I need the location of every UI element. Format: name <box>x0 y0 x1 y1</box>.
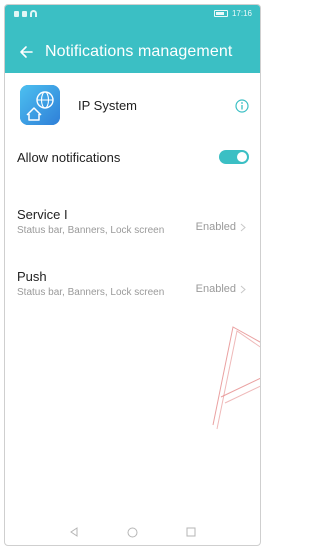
toolbar: Notifications management <box>5 35 260 69</box>
channel-row-push[interactable]: Push Status bar, Banners, Lock screen En… <box>5 263 260 323</box>
chevron-right-icon <box>240 285 246 293</box>
info-icon[interactable] <box>235 99 249 113</box>
ip-system-app-icon <box>20 85 60 125</box>
system-nav-bar <box>5 519 260 545</box>
wifi-icon <box>30 10 37 17</box>
signal-icon <box>22 10 27 17</box>
status-bar: 17:16 <box>5 5 260 27</box>
channel-description: Status bar, Banners, Lock screen <box>17 225 165 236</box>
sim-icon <box>14 10 19 17</box>
back-arrow-icon[interactable] <box>15 41 37 63</box>
allow-notifications-row[interactable]: Allow notifications <box>5 137 260 177</box>
channel-row-service[interactable]: Service I Status bar, Banners, Lock scre… <box>5 201 260 261</box>
recents-square-icon[interactable] <box>185 526 197 538</box>
battery-icon <box>213 10 228 17</box>
allow-notifications-toggle[interactable] <box>219 150 249 164</box>
channel-status: Enabled <box>196 221 246 233</box>
toggle-knob <box>237 152 247 162</box>
chevron-right-icon <box>240 223 246 231</box>
app-header: IP System <box>5 73 260 137</box>
phone-screen: 17:16 Notifications management IP System… <box>4 4 261 546</box>
channel-name: Push <box>17 269 47 284</box>
allow-notifications-label: Allow notifications <box>17 149 121 165</box>
channel-name: Service I <box>17 207 68 222</box>
status-icons-right: 17:16 <box>213 9 252 18</box>
home-circle-icon[interactable] <box>126 526 138 538</box>
status-time: 17:16 <box>231 9 252 18</box>
page-title: Notifications management <box>45 43 233 60</box>
app-bar: 17:16 Notifications management <box>5 5 260 73</box>
back-triangle-icon[interactable] <box>68 526 80 538</box>
section-spacer <box>5 177 260 201</box>
status-icons-left <box>14 10 37 17</box>
app-name: IP System <box>78 97 138 113</box>
channel-status-label: Enabled <box>195 283 236 295</box>
channel-description: Status bar, Banners, Lock screen <box>17 287 165 298</box>
channel-status: Enabled <box>196 283 246 295</box>
channel-status-label: Enabled <box>195 221 236 233</box>
watermark-graphic <box>212 326 260 430</box>
